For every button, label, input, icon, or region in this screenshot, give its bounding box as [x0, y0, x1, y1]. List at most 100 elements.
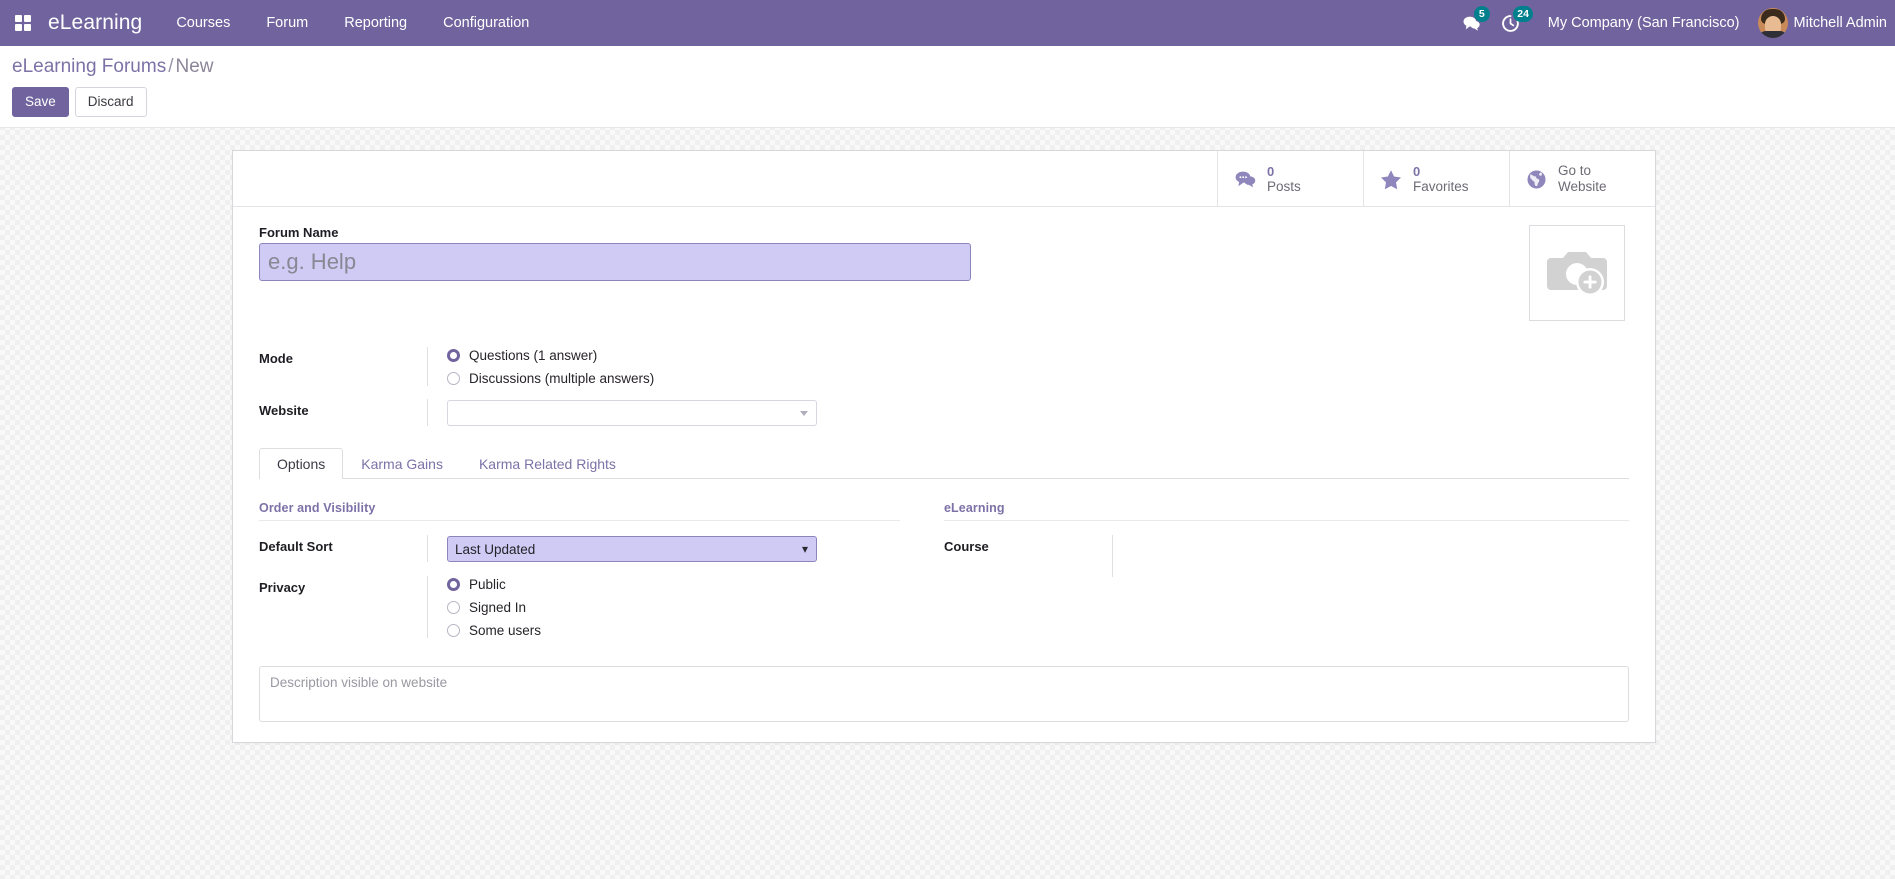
tab-karma-gains[interactable]: Karma Gains	[343, 448, 461, 479]
stat-website-label-line1: Go to	[1558, 163, 1592, 179]
breadcrumb: eLearning Forums / New	[12, 56, 1879, 78]
app-brand-elearning[interactable]: eLearning	[48, 11, 142, 35]
website-field-value	[427, 399, 1629, 427]
website-field-row: Website	[259, 399, 1629, 427]
privacy-label: Privacy	[259, 580, 306, 596]
stat-button-go-to-website[interactable]: Go to Website	[1509, 151, 1655, 208]
sheet-body: Forum Name e.g. Help Mode Questions (1 a…	[233, 207, 1655, 742]
stat-posts-value: 0	[1267, 163, 1275, 179]
mode-field-row: Mode Questions (1 answer) Discussions (m…	[259, 347, 1629, 387]
privacy-option-some-users[interactable]: Some users	[447, 623, 900, 638]
elearning-group-title: eLearning	[944, 501, 1629, 522]
privacy-option-public-label: Public	[469, 577, 506, 593]
tab-options[interactable]: Options	[259, 448, 344, 480]
top-fields-group: Mode Questions (1 answer) Discussions (m…	[259, 347, 1629, 427]
stat-posts-text: 0 Posts	[1267, 164, 1301, 195]
privacy-option-signed-in[interactable]: Signed In	[447, 600, 900, 615]
elearning-group: eLearning Course	[944, 501, 1629, 638]
user-name-label: Mitchell Admin	[1793, 15, 1887, 31]
activities-clock-icon[interactable]: 24	[1491, 0, 1534, 46]
nav-item-configuration[interactable]: Configuration	[425, 0, 547, 46]
camera-add-icon	[1545, 244, 1609, 303]
forum-image-upload[interactable]	[1529, 225, 1625, 322]
messages-icon[interactable]: 5	[1452, 0, 1491, 46]
control-panel: eLearning Forums / New Save Discard	[0, 46, 1895, 129]
save-button[interactable]: Save	[12, 86, 69, 118]
privacy-option-public[interactable]: Public	[447, 577, 900, 592]
mode-option-discussions[interactable]: Discussions (multiple answers)	[447, 371, 1629, 386]
tab-panel-options: Order and Visibility Default Sort Last U…	[259, 479, 1629, 639]
course-input[interactable]	[1132, 535, 1629, 557]
top-navbar: eLearning Courses Forum Reporting Config…	[0, 0, 1895, 46]
mode-option-questions-label: Questions (1 answer)	[469, 348, 598, 364]
chevron-down-icon	[800, 411, 808, 417]
default-sort-value: Last Updated ▾	[427, 535, 900, 563]
radio-icon[interactable]	[447, 601, 460, 615]
tab-karma-related-rights[interactable]: Karma Related Rights	[461, 448, 634, 479]
stat-favorites-value: 0	[1413, 163, 1421, 179]
privacy-option-some-users-label: Some users	[469, 623, 542, 639]
nav-item-reporting[interactable]: Reporting	[326, 0, 425, 46]
stat-favorites-label: Favorites	[1413, 179, 1469, 195]
stat-button-posts[interactable]: 0 Posts	[1217, 151, 1363, 208]
stat-button-favorites[interactable]: 0 Favorites	[1363, 151, 1509, 208]
forum-name-input[interactable]	[259, 243, 971, 282]
nav-item-forum[interactable]: Forum	[248, 0, 326, 46]
company-switcher[interactable]: My Company (San Francisco)	[1530, 15, 1754, 31]
stat-website-label-line2: Website	[1558, 179, 1607, 195]
mode-label: Mode	[259, 351, 293, 367]
course-field-value	[1112, 535, 1629, 578]
stat-favorites-text: 0 Favorites	[1413, 164, 1469, 195]
breadcrumb-item-new: New	[175, 56, 214, 77]
website-label: Website	[259, 403, 309, 419]
control-panel-buttons: Save Discard	[12, 86, 1879, 118]
globe-icon	[1526, 169, 1547, 190]
discard-button[interactable]: Discard	[74, 86, 147, 118]
default-sort-select-wrap: Last Updated ▾	[447, 536, 817, 563]
radio-icon[interactable]	[447, 578, 460, 592]
user-menu[interactable]: Mitchell Admin	[1754, 0, 1895, 46]
messages-count-badge: 5	[1473, 6, 1490, 22]
radio-icon[interactable]	[447, 624, 460, 638]
order-and-visibility-group: Order and Visibility Default Sort Last U…	[259, 501, 944, 639]
stat-posts-label: Posts	[1267, 179, 1301, 195]
form-area: 0 Posts 0 Favorites Go to Website Forum …	[0, 128, 1895, 879]
activities-count-badge: 24	[1512, 6, 1534, 22]
nav-item-courses[interactable]: Courses	[158, 0, 248, 46]
options-columns: Order and Visibility Default Sort Last U…	[259, 501, 1629, 639]
grid-cell	[14, 24, 22, 32]
star-icon	[1380, 169, 1402, 190]
navbar-right-section: 5 24 My Company (San Francisco) Mitchell…	[1452, 0, 1895, 46]
grid-cell	[14, 14, 22, 22]
mode-option-discussions-label: Discussions (multiple answers)	[469, 371, 655, 387]
notebook-tabs: Options Karma Gains Karma Related Rights	[259, 448, 1629, 480]
course-label: Course	[944, 539, 989, 555]
apps-menu-icon[interactable]	[8, 8, 38, 38]
radio-icon[interactable]	[447, 349, 460, 363]
radio-icon[interactable]	[447, 372, 460, 386]
mode-radio-group: Questions (1 answer) Discussions (multip…	[427, 347, 1629, 387]
grid-cell	[24, 14, 32, 22]
form-sheet: 0 Posts 0 Favorites Go to Website Forum …	[232, 150, 1656, 744]
comments-icon	[1234, 169, 1256, 189]
breadcrumb-separator: /	[168, 56, 174, 77]
avatar-shoulder	[1758, 31, 1787, 38]
description-editor[interactable]: Description visible on website	[259, 666, 1629, 723]
website-select[interactable]	[447, 400, 817, 427]
default-sort-select[interactable]: Last Updated	[447, 536, 817, 563]
default-sort-label: Default Sort	[259, 539, 333, 555]
forum-name-field-group: Forum Name	[259, 225, 1529, 282]
order-and-visibility-title: Order and Visibility	[259, 501, 900, 522]
notebook: Options Karma Gains Karma Related Rights…	[259, 448, 1629, 639]
description-wrapper: Description visible on website	[259, 666, 1629, 723]
breadcrumb-item-elearning-forums[interactable]: eLearning Forums	[12, 56, 166, 77]
privacy-option-signed-in-label: Signed In	[469, 600, 527, 616]
default-sort-row: Default Sort Last Updated ▾	[259, 535, 900, 563]
title-block: Forum Name	[259, 225, 1629, 322]
mode-option-questions[interactable]: Questions (1 answer)	[447, 348, 1629, 363]
stat-button-box: 0 Posts 0 Favorites Go to Website	[233, 151, 1655, 208]
privacy-row: Privacy Public Signed In Some users	[259, 576, 900, 639]
apps-grid-glyph	[14, 14, 32, 32]
main-nav-menu: Courses Forum Reporting Configuration	[158, 0, 547, 46]
avatar	[1757, 8, 1788, 38]
